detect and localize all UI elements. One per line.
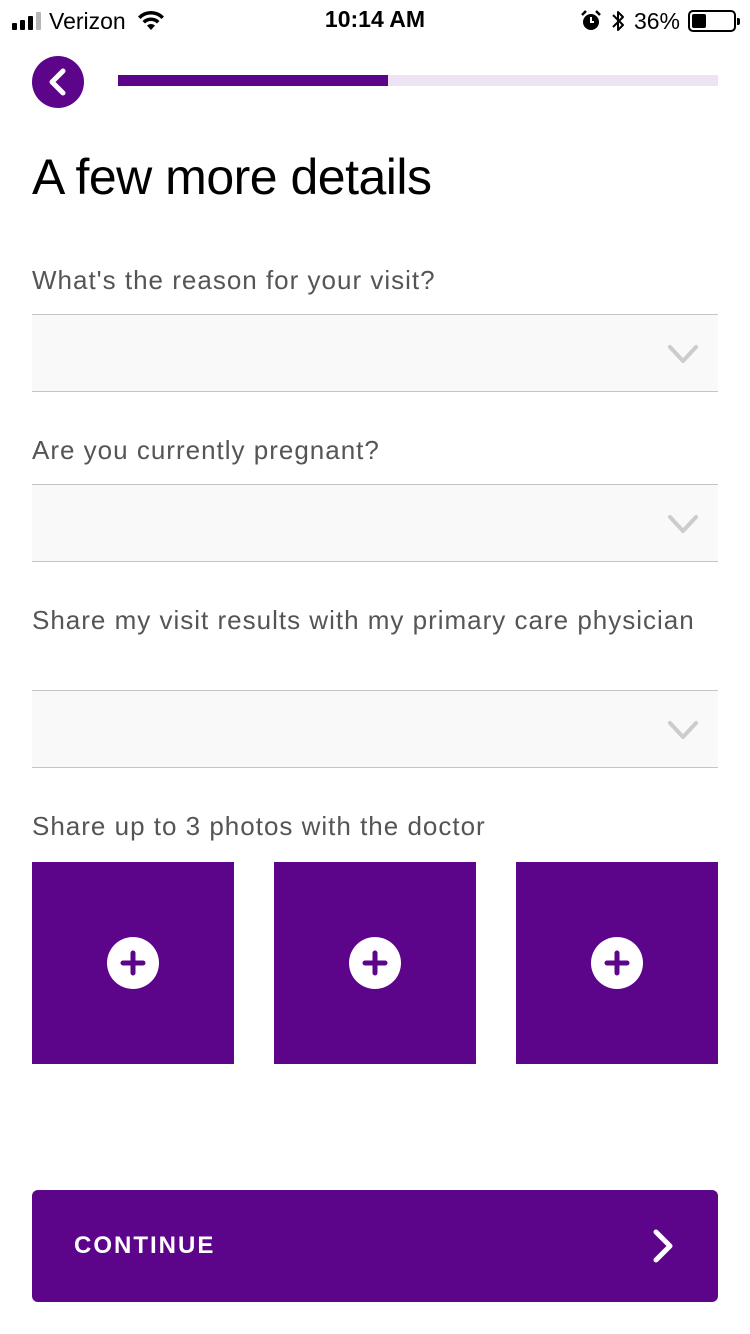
- reason-select[interactable]: [32, 314, 718, 392]
- pregnant-select[interactable]: [32, 484, 718, 562]
- battery-level: [692, 14, 707, 28]
- share-results-select[interactable]: [32, 690, 718, 768]
- continue-button[interactable]: CONTINUE: [32, 1190, 718, 1302]
- progress-bar: [118, 75, 718, 86]
- chevron-left-icon: [49, 68, 66, 96]
- status-right: 36%: [580, 6, 740, 36]
- bluetooth-icon: [612, 11, 624, 31]
- status-bar: Verizon 10:14 AM 36%: [0, 0, 750, 40]
- chevron-right-icon: [653, 1229, 673, 1263]
- add-photo-button-3[interactable]: [516, 862, 718, 1064]
- page-title: A few more details: [32, 149, 432, 205]
- back-button[interactable]: [32, 56, 84, 108]
- pregnant-label: Are you currently pregnant?: [32, 435, 380, 465]
- reason-label: What's the reason for your visit?: [32, 265, 436, 295]
- battery-percent: 36%: [633, 7, 680, 34]
- plus-icon: [107, 937, 159, 989]
- plus-icon: [349, 937, 401, 989]
- share-results-label: Share my visit results with my primary c…: [32, 605, 695, 635]
- add-photo-button-2[interactable]: [274, 862, 476, 1064]
- progress-fill: [118, 75, 388, 86]
- add-photo-button-1[interactable]: [32, 862, 234, 1064]
- chevron-down-icon: [668, 345, 698, 363]
- chevron-down-icon: [668, 515, 698, 533]
- plus-icon: [591, 937, 643, 989]
- continue-label: CONTINUE: [74, 1232, 216, 1259]
- alarm-icon: [581, 10, 601, 30]
- chevron-down-icon: [668, 721, 698, 739]
- photos-label: Share up to 3 photos with the doctor: [32, 811, 486, 841]
- battery-icon: [688, 10, 740, 32]
